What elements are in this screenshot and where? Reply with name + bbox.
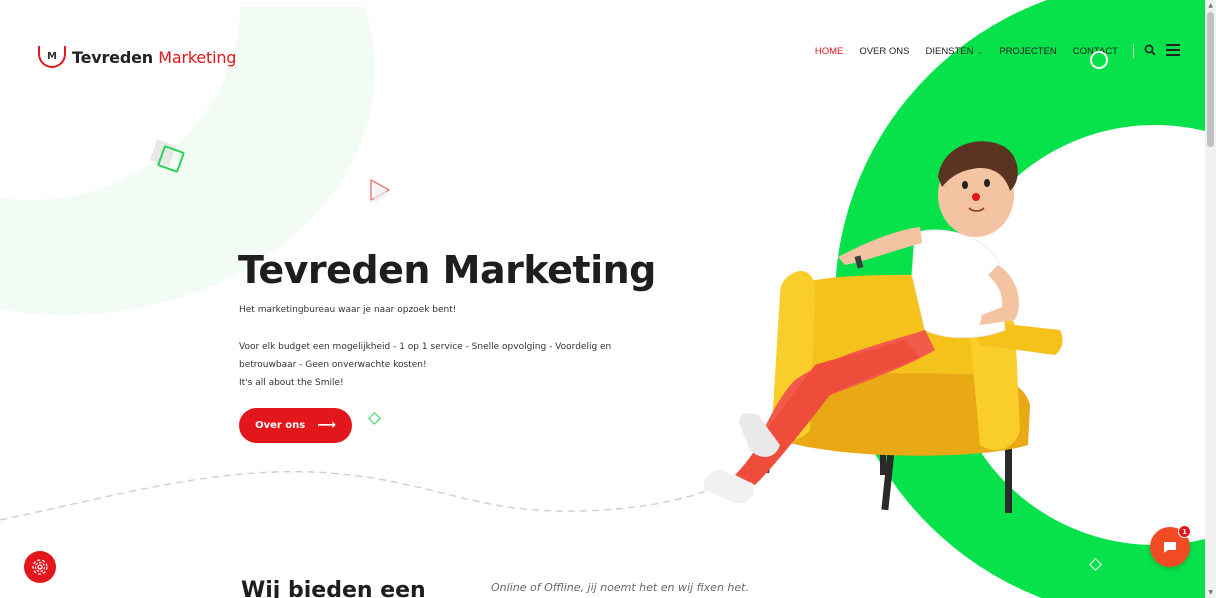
main-navigation: HOME OVER ONS DIENSTEN ⌄ PROJECTEN CONTAC…	[815, 46, 1118, 57]
nav-item-home[interactable]: HOME	[815, 46, 844, 57]
hero-description-line: Voor elk budget een mogelijkheid - 1 op …	[239, 342, 612, 370]
section-title: Wij bieden een	[241, 578, 426, 598]
logo-mark-icon: M	[38, 46, 66, 68]
logo-text: Tevreden Marketing	[72, 48, 236, 67]
over-ons-button[interactable]: Over ons ⟶	[239, 408, 352, 443]
hero-title: Tevreden Marketing	[238, 248, 656, 292]
cursor-ring	[1090, 51, 1108, 69]
section-tagline: Online of Offline, jij noemt het en wij …	[491, 581, 749, 594]
logo-mark-letter: M	[47, 50, 57, 62]
nav-item-over-ons[interactable]: OVER ONS	[859, 46, 909, 57]
chat-unread-badge: 1	[1178, 525, 1191, 538]
hamburger-menu-icon[interactable]	[1166, 44, 1180, 56]
nav-item-diensten-label: DIENSTEN	[925, 46, 974, 57]
search-icon[interactable]	[1143, 43, 1157, 57]
nav-divider	[1133, 44, 1134, 58]
nav-item-diensten[interactable]: DIENSTEN ⌄	[925, 46, 983, 57]
cookie-consent-fingerprint-icon[interactable]	[24, 551, 56, 583]
fingerprint-icon	[32, 559, 48, 575]
scrollbar-thumb[interactable]	[1207, 12, 1214, 147]
hero-subtitle: Het marketingbureau waar je naar opzoek …	[239, 305, 457, 315]
over-ons-button-label: Over ons	[255, 420, 306, 431]
nav-item-projecten[interactable]: PROJECTEN	[999, 46, 1057, 57]
scroll-up-arrow-icon[interactable]: ▲	[1208, 2, 1213, 9]
logo-name-bold: Tevreden	[72, 47, 153, 67]
site-logo[interactable]: M Tevreden Marketing	[38, 46, 236, 68]
arrow-right-icon: ⟶	[317, 418, 336, 433]
hero-description: Voor elk budget een mogelijkheid - 1 op …	[239, 338, 639, 392]
vertical-scrollbar[interactable]: ▲ ▼	[1205, 0, 1216, 598]
scroll-down-arrow-icon[interactable]: ▼	[1208, 589, 1213, 596]
logo-name-light: Marketing	[158, 47, 237, 67]
chevron-down-icon: ⌄	[976, 47, 984, 56]
play-triangle-icon	[370, 179, 391, 203]
page: M Tevreden Marketing HOME OVER ONS DIENS…	[0, 0, 1216, 598]
chat-icon	[1164, 542, 1176, 553]
character-in-armchair-illustration	[703, 141, 1063, 513]
diamond-decoration	[368, 412, 381, 425]
hero-slogan: It's all about the Smile!	[239, 378, 344, 388]
dashed-wave-decoration	[0, 470, 721, 521]
